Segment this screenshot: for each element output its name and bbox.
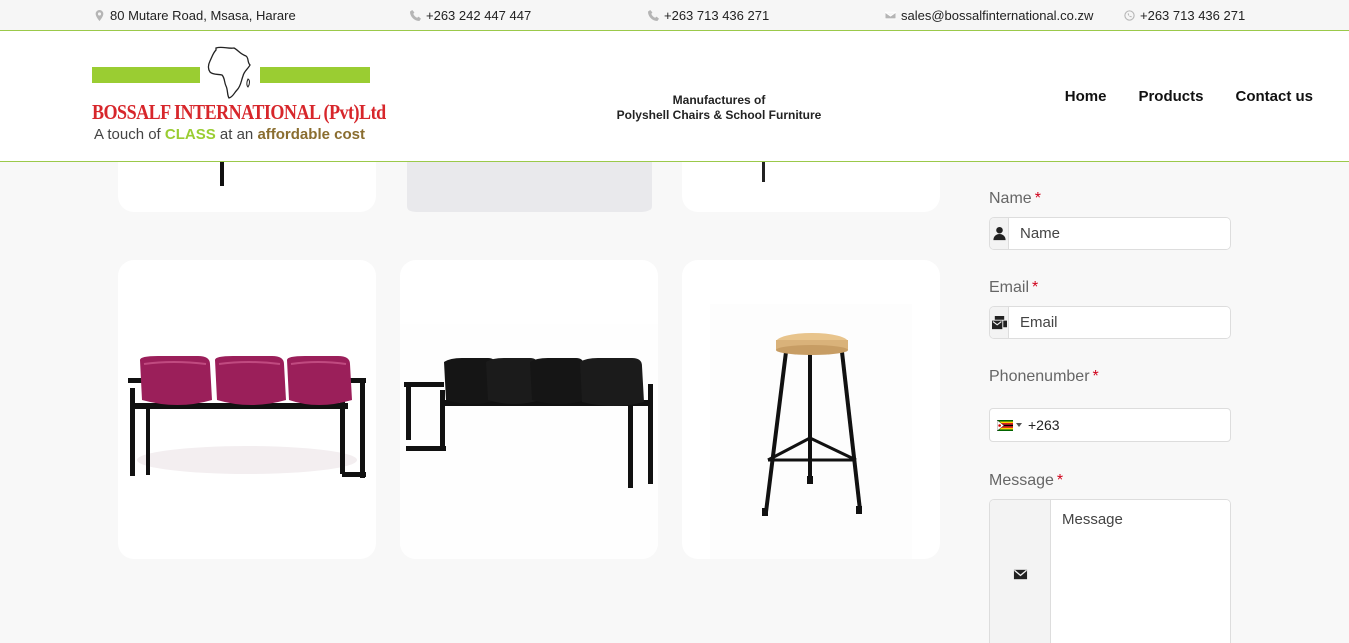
email-text[interactable]: sales@bossalfinternational.co.zw xyxy=(901,8,1093,23)
phone1-item[interactable]: +263 242 447 447 xyxy=(410,8,531,23)
required-mark: * xyxy=(1056,472,1064,489)
message-label: Message * xyxy=(989,472,1063,490)
nav-home[interactable]: Home xyxy=(1065,88,1107,105)
email-item[interactable]: sales@bossalfinternational.co.zw xyxy=(885,8,1093,23)
africa-map-icon xyxy=(207,46,251,99)
nav-contact-us[interactable]: Contact us xyxy=(1235,88,1313,105)
whatsapp-item[interactable]: +263 713 436 271 xyxy=(1124,8,1245,23)
map-pin-icon xyxy=(94,10,105,21)
address-text: 80 Mutare Road, Msasa, Harare xyxy=(110,8,296,23)
product-card[interactable] xyxy=(682,260,940,559)
chevron-down-icon xyxy=(1015,423,1022,427)
zimbabwe-flag-icon xyxy=(996,419,1013,431)
whatsapp-text[interactable]: +263 713 436 271 xyxy=(1140,8,1245,23)
site-header: BOSSALF INTERNATIONAL (Pvt)Ltd A touch o… xyxy=(0,31,1349,162)
product-card[interactable] xyxy=(400,260,658,559)
stool-image xyxy=(710,304,912,559)
main-nav: Home Products Contact us xyxy=(1065,88,1313,105)
brand-name: BOSSALF INTERNATIONAL (Pvt)Ltd xyxy=(92,100,386,124)
mail-bulk-icon xyxy=(991,315,1007,330)
required-mark: * xyxy=(1092,368,1099,385)
nav-products[interactable]: Products xyxy=(1138,88,1203,105)
product-card[interactable] xyxy=(118,260,376,559)
tagline-part: A touch of xyxy=(94,126,165,143)
header-motto: Manufactures of Polyshell Chairs & Schoo… xyxy=(560,93,878,123)
label-text: Name xyxy=(989,190,1032,207)
name-addon xyxy=(990,218,1009,249)
country-selector[interactable] xyxy=(990,409,1028,441)
label-text: Message xyxy=(989,472,1054,489)
phone-icon xyxy=(410,10,421,21)
logo-bar-left xyxy=(92,67,200,83)
motto-line-1: Manufactures of xyxy=(672,93,766,107)
phone-input-group xyxy=(989,408,1231,442)
email-input-group xyxy=(989,306,1231,339)
company-logo[interactable]: BOSSALF INTERNATIONAL (Pvt)Ltd A touch o… xyxy=(92,45,386,145)
tagline-affordable: affordable cost xyxy=(257,126,365,143)
bench-magenta-image xyxy=(128,356,366,478)
name-input-group xyxy=(989,217,1231,250)
phone-input[interactable] xyxy=(1028,417,1208,433)
phone2-item[interactable]: +263 713 436 271 xyxy=(648,8,769,23)
phone1-text[interactable]: +263 242 447 447 xyxy=(426,8,531,23)
message-input[interactable] xyxy=(1051,500,1230,643)
user-icon xyxy=(992,226,1006,241)
address-item: 80 Mutare Road, Msasa, Harare xyxy=(94,8,296,23)
email-label: Email * xyxy=(989,279,1038,297)
message-addon xyxy=(990,500,1051,643)
required-mark: * xyxy=(1034,190,1041,207)
email-addon xyxy=(990,307,1009,338)
phone-icon xyxy=(648,10,659,21)
label-text: Email xyxy=(989,279,1030,296)
name-input[interactable] xyxy=(1009,218,1230,249)
brand-tagline: A touch of CLASS at an affordable cost xyxy=(94,126,365,143)
motto-line-2: Polyshell Chairs & School Furniture xyxy=(616,108,822,122)
tagline-part: at an xyxy=(215,126,258,143)
phone-label: Phonenumber * xyxy=(989,368,1099,386)
required-mark: * xyxy=(1032,279,1039,296)
logo-bar-right xyxy=(260,67,370,83)
tagline-class: CLASS xyxy=(164,126,216,143)
message-input-group xyxy=(989,499,1231,643)
whatsapp-icon xyxy=(1124,10,1135,21)
name-label: Name * xyxy=(989,190,1041,208)
envelope-icon xyxy=(885,10,896,21)
envelope-icon xyxy=(1013,569,1027,579)
phone2-text[interactable]: +263 713 436 271 xyxy=(664,8,769,23)
email-input[interactable] xyxy=(1009,307,1230,338)
bench-black-image xyxy=(400,324,658,559)
top-info-bar: 80 Mutare Road, Msasa, Harare +263 242 4… xyxy=(0,0,1349,31)
label-text: Phonenumber xyxy=(989,368,1090,385)
